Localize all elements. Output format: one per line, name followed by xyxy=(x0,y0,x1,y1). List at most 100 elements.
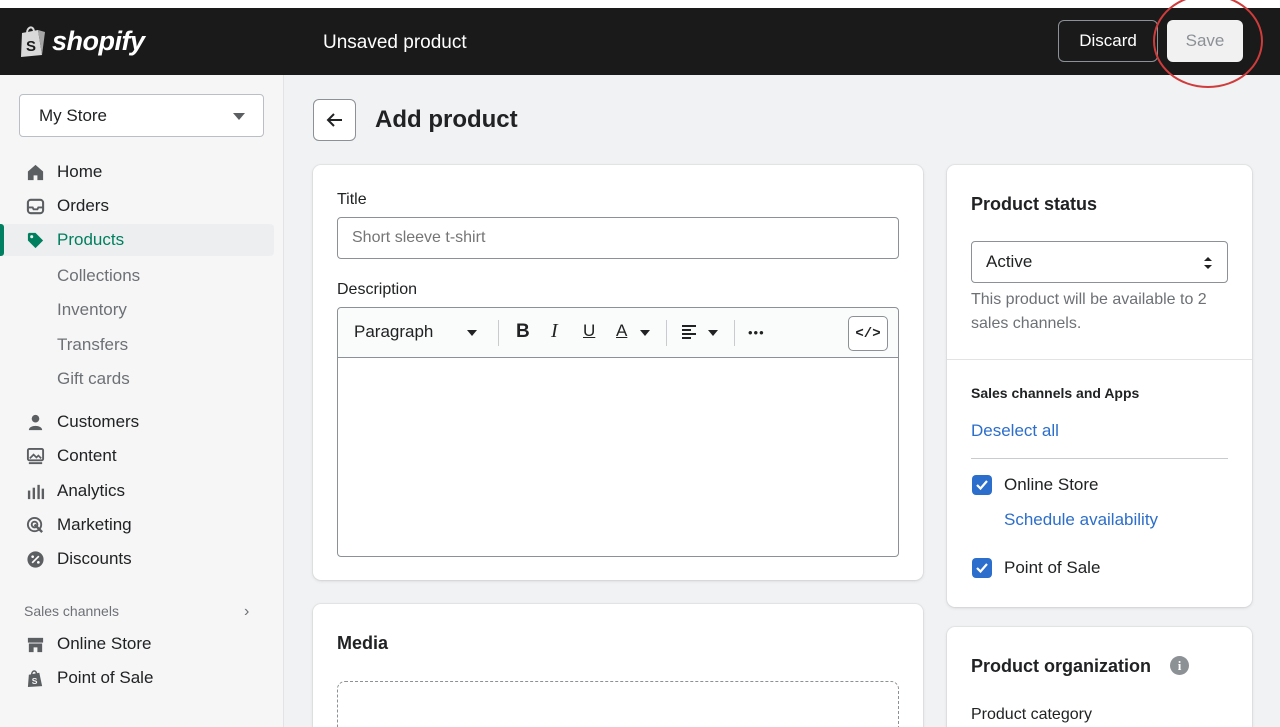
caret-down-icon xyxy=(233,113,245,120)
sidebar-item-label: Customers xyxy=(57,412,140,431)
product-category-label: Product category xyxy=(971,706,1092,723)
sales-channels-apps-heading: Sales channels and Apps xyxy=(971,385,1140,401)
sidebar-item-analytics[interactable]: Analytics xyxy=(0,475,274,507)
sidebar-item-label: Orders xyxy=(57,196,109,215)
description-label: Description xyxy=(337,281,418,298)
italic-button[interactable]: I xyxy=(551,320,558,343)
select-arrows-icon xyxy=(1204,257,1212,269)
svg-text:S: S xyxy=(26,38,36,55)
inbox-icon xyxy=(26,198,45,215)
sidebar-item-home[interactable]: Home xyxy=(0,156,274,188)
divider xyxy=(947,359,1252,360)
title-input[interactable] xyxy=(337,217,899,259)
window-top-edge xyxy=(0,0,1280,8)
align-left-icon[interactable] xyxy=(682,324,699,340)
status-helper-text: This product will be available to 2 sale… xyxy=(971,291,1207,332)
sidebar-item-online-store[interactable]: Online Store xyxy=(0,628,274,660)
save-button[interactable]: Save xyxy=(1167,20,1243,62)
target-icon xyxy=(26,516,43,533)
toolbar-divider xyxy=(498,320,499,346)
store-selector[interactable]: My Store xyxy=(19,94,264,137)
point-of-sale-label: Point of Sale xyxy=(1004,558,1101,577)
storefront-icon xyxy=(27,637,44,653)
sidebar-item-gift-cards[interactable]: Gift cards xyxy=(57,369,130,389)
sidebar-item-label: Home xyxy=(57,162,103,181)
text-color-label: A xyxy=(616,321,628,340)
status-select[interactable]: Active xyxy=(971,241,1228,283)
underline-button[interactable]: U xyxy=(583,321,595,341)
product-organization-title: Product organization xyxy=(971,656,1151,676)
code-view-button[interactable]: </> xyxy=(848,316,888,351)
person-icon xyxy=(28,414,43,431)
sidebar-item-label: Point of Sale xyxy=(57,668,154,687)
product-organization-card: Product organization i Product category xyxy=(947,627,1252,727)
discount-icon xyxy=(27,551,44,568)
product-status-card: Product status Active This product will … xyxy=(947,165,1252,607)
toolbar-divider xyxy=(666,320,667,346)
discard-button[interactable]: Discard xyxy=(1058,20,1158,62)
back-button[interactable] xyxy=(313,99,356,141)
description-editor[interactable]: Paragraph B I U A ••• </> xyxy=(337,307,899,557)
divider xyxy=(971,458,1228,459)
sidebar: My Store Home Orders Products Collection… xyxy=(0,75,284,727)
sidebar-item-label: Marketing xyxy=(57,515,132,534)
media-card: Media xyxy=(313,604,923,727)
format-label: Paragraph xyxy=(354,322,434,341)
sidebar-item-point-of-sale[interactable]: S Point of Sale xyxy=(0,662,274,694)
editor-toolbar: Paragraph B I U A ••• </> xyxy=(338,308,898,358)
bold-button[interactable]: B xyxy=(516,321,530,343)
shopping-bag-icon: S xyxy=(27,670,43,688)
image-icon xyxy=(26,447,45,465)
deselect-all-link[interactable]: Deselect all xyxy=(971,421,1059,441)
caret-down-icon xyxy=(640,330,650,336)
media-dropzone[interactable] xyxy=(337,681,899,727)
schedule-availability-link[interactable]: Schedule availability xyxy=(1004,510,1158,530)
sidebar-item-label: Content xyxy=(57,446,117,465)
shopify-bag-icon: S xyxy=(21,26,45,57)
checkmark-icon xyxy=(976,563,988,574)
caret-down-icon xyxy=(708,330,718,336)
info-icon[interactable]: i xyxy=(1170,656,1189,675)
sales-channels-heading: Sales channels xyxy=(24,603,119,619)
sidebar-item-collections[interactable]: Collections xyxy=(57,266,140,286)
more-options-button[interactable]: ••• xyxy=(748,325,765,340)
home-icon xyxy=(27,164,44,181)
online-store-label: Online Store xyxy=(1004,475,1099,494)
online-store-checkbox[interactable] xyxy=(972,475,992,495)
sidebar-item-label: Products xyxy=(57,230,125,249)
caret-down-icon xyxy=(467,330,477,336)
unsaved-product-title: Unsaved product xyxy=(323,32,467,53)
sidebar-item-marketing[interactable]: Marketing xyxy=(0,509,274,541)
product-details-card: Title Description Paragraph B I U A ••• … xyxy=(313,165,923,580)
media-title: Media xyxy=(337,633,389,653)
sidebar-item-transfers[interactable]: Transfers xyxy=(57,335,128,355)
sidebar-item-inventory[interactable]: Inventory xyxy=(57,300,127,320)
checkmark-icon xyxy=(976,480,988,491)
brand-name: shopify xyxy=(52,25,145,56)
text-color-button[interactable]: A xyxy=(616,321,627,341)
tag-icon xyxy=(27,232,44,249)
code-icon: </> xyxy=(855,325,881,342)
sidebar-item-products[interactable]: Products xyxy=(0,224,274,256)
svg-text:S: S xyxy=(32,676,38,686)
top-bar: S shopify Unsaved product Discard Save xyxy=(0,8,1280,75)
chevron-right-icon[interactable]: › xyxy=(244,603,249,621)
paragraph-format-dropdown[interactable]: Paragraph xyxy=(354,322,433,342)
product-status-title: Product status xyxy=(971,194,1098,214)
toolbar-divider xyxy=(734,320,735,346)
bar-chart-icon xyxy=(27,484,45,500)
title-label: Title xyxy=(337,191,367,208)
status-value: Active xyxy=(986,252,1033,271)
arrow-left-icon xyxy=(326,113,342,127)
sidebar-item-content[interactable]: Content xyxy=(0,440,274,472)
sidebar-item-label: Analytics xyxy=(57,481,126,500)
sidebar-item-label: Discounts xyxy=(57,549,132,568)
shopify-logo[interactable]: S shopify xyxy=(18,24,145,58)
store-name: My Store xyxy=(39,105,108,125)
sidebar-item-label: Online Store xyxy=(57,634,152,653)
sidebar-item-discounts[interactable]: Discounts xyxy=(0,543,274,575)
sidebar-item-customers[interactable]: Customers xyxy=(0,406,274,438)
point-of-sale-checkbox[interactable] xyxy=(972,558,992,578)
sidebar-item-orders[interactable]: Orders xyxy=(0,190,274,222)
page-title: Add product xyxy=(375,106,518,133)
